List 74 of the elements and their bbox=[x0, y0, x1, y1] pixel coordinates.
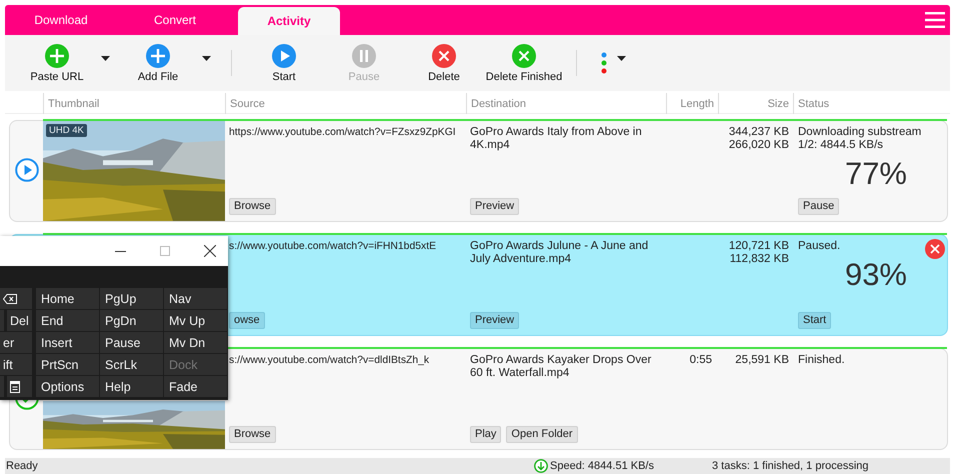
keyboard-key[interactable]: Fade bbox=[164, 376, 227, 397]
length-text: 0:55 bbox=[690, 354, 712, 367]
source-url: s://www.youtube.com/watch?v=iFHN1bd5xtE bbox=[229, 240, 436, 253]
menu-icon[interactable] bbox=[925, 12, 945, 28]
destination-file: GoPro Awards Julune - A June and July Adventure.mp4 bbox=[470, 240, 650, 266]
source-url: https://www.youtube.com/watch?v=FZsxz9ZpKGI bbox=[229, 126, 456, 139]
keyboard-key[interactable]: PgUp bbox=[100, 288, 163, 309]
destination-file: GoPro Awards Kayaker Drops Over 60 ft. Waterfall.mp4 bbox=[470, 354, 652, 380]
action-button[interactable]: Preview bbox=[470, 312, 520, 329]
download-row[interactable]: UHD 4K https://www.youtube.com/watch?v=FZsxz9ZpKGI Browse GoPro Awards Italy from Above in 4K.mp4 Preview 344,237 KB 266,020 KB Downloading substream 1/2: 4844.5 KB/s 77% Pause bbox=[9, 120, 948, 222]
speed-text: Speed: 4844.51 KB/s bbox=[550, 460, 654, 472]
browse-button[interactable]: Browse bbox=[229, 426, 276, 443]
destination-file: GoPro Awards Italy from Above in 4K.mp4 bbox=[470, 126, 643, 152]
column-header[interactable]: Destination bbox=[471, 98, 526, 110]
action-button[interactable]: Preview bbox=[470, 198, 520, 215]
keyboard-key[interactable]: Mv Dn bbox=[164, 332, 227, 353]
tool-button[interactable]: Paste URL bbox=[17, 44, 97, 82]
column-header[interactable]: Thumbnail bbox=[48, 98, 100, 110]
maximize-icon bbox=[160, 246, 170, 256]
size-text: 112,832 KB bbox=[730, 253, 789, 266]
play-icon[interactable] bbox=[14, 158, 38, 182]
status-button[interactable]: Start bbox=[798, 312, 832, 329]
keyboard-key[interactable] bbox=[0, 288, 32, 309]
minimize-icon[interactable] bbox=[115, 250, 126, 252]
keyboard-key[interactable]: PgDn bbox=[100, 310, 163, 331]
action-button[interactable]: Play bbox=[470, 426, 502, 443]
menu-key-icon bbox=[10, 380, 20, 392]
keyboard-key[interactable]: End bbox=[36, 310, 99, 331]
caret-icon[interactable] bbox=[202, 56, 211, 60]
size-text: 25,591 KB bbox=[735, 354, 789, 367]
column-header[interactable]: Status bbox=[798, 98, 830, 110]
column-header[interactable]: Source bbox=[230, 98, 265, 110]
keyboard-key[interactable] bbox=[7, 376, 32, 397]
progress-percent: 93% bbox=[844, 257, 908, 293]
keyboard-key[interactable]: Del bbox=[7, 310, 32, 331]
caret-icon[interactable] bbox=[101, 56, 110, 60]
colored-dots-icon[interactable] bbox=[601, 52, 607, 74]
caret-icon[interactable] bbox=[617, 56, 626, 60]
source-url: s://www.youtube.com/watch?v=dldIBtsZh_k bbox=[229, 354, 430, 367]
tab[interactable]: Download bbox=[5, 5, 117, 35]
quality-badge: UHD 4K bbox=[46, 124, 87, 137]
tool-button[interactable]: Add File bbox=[118, 44, 198, 82]
keyboard-key[interactable]: ScrLk bbox=[100, 354, 163, 375]
status-text: Ready bbox=[6, 460, 39, 472]
keyboard-key[interactable]: Nav bbox=[164, 288, 227, 309]
tool-button[interactable]: Delete Finished bbox=[484, 44, 564, 82]
column-header[interactable]: Length bbox=[680, 98, 714, 110]
size-text: 344,237 KB bbox=[728, 126, 789, 139]
backspace-icon bbox=[3, 294, 17, 304]
action-button[interactable]: Open Folder bbox=[506, 426, 578, 443]
browse-button[interactable]: Browse bbox=[229, 198, 276, 215]
progress-percent: 77% bbox=[844, 156, 908, 192]
keyboard-key[interactable]: Insert bbox=[36, 332, 99, 353]
keyboard-key[interactable]: Options bbox=[36, 376, 99, 397]
tab[interactable]: Convert bbox=[119, 5, 231, 35]
keyboard-key[interactable]: Pause bbox=[100, 332, 163, 353]
status-text: Downloading substream 1/2: 4844.5 KB/s bbox=[798, 126, 922, 152]
keyboard-key[interactable]: er bbox=[0, 332, 32, 353]
keyboard-key[interactable]: Home bbox=[36, 288, 99, 309]
close-icon[interactable] bbox=[204, 245, 216, 257]
size-text: 120,721 KB bbox=[728, 240, 789, 253]
keyboard-key[interactable]: Help bbox=[100, 376, 163, 397]
browse-button[interactable]: owse bbox=[229, 312, 265, 329]
tool-button[interactable]: Delete bbox=[404, 44, 484, 82]
status-text: Paused. bbox=[798, 240, 840, 253]
tool-button[interactable]: Start bbox=[244, 44, 324, 82]
column-header[interactable]: Size bbox=[768, 98, 789, 110]
keyboard-key[interactable]: Mv Up bbox=[164, 310, 227, 331]
status-text: Finished. bbox=[798, 354, 845, 367]
keyboard-key[interactable]: PrtScn bbox=[36, 354, 99, 375]
size-text: 266,020 KB bbox=[728, 139, 789, 152]
tasks-text: 3 tasks: 1 finished, 1 processing bbox=[712, 460, 870, 472]
keyboard-key[interactable]: ift bbox=[0, 354, 32, 375]
status-button[interactable]: Pause bbox=[798, 198, 840, 215]
